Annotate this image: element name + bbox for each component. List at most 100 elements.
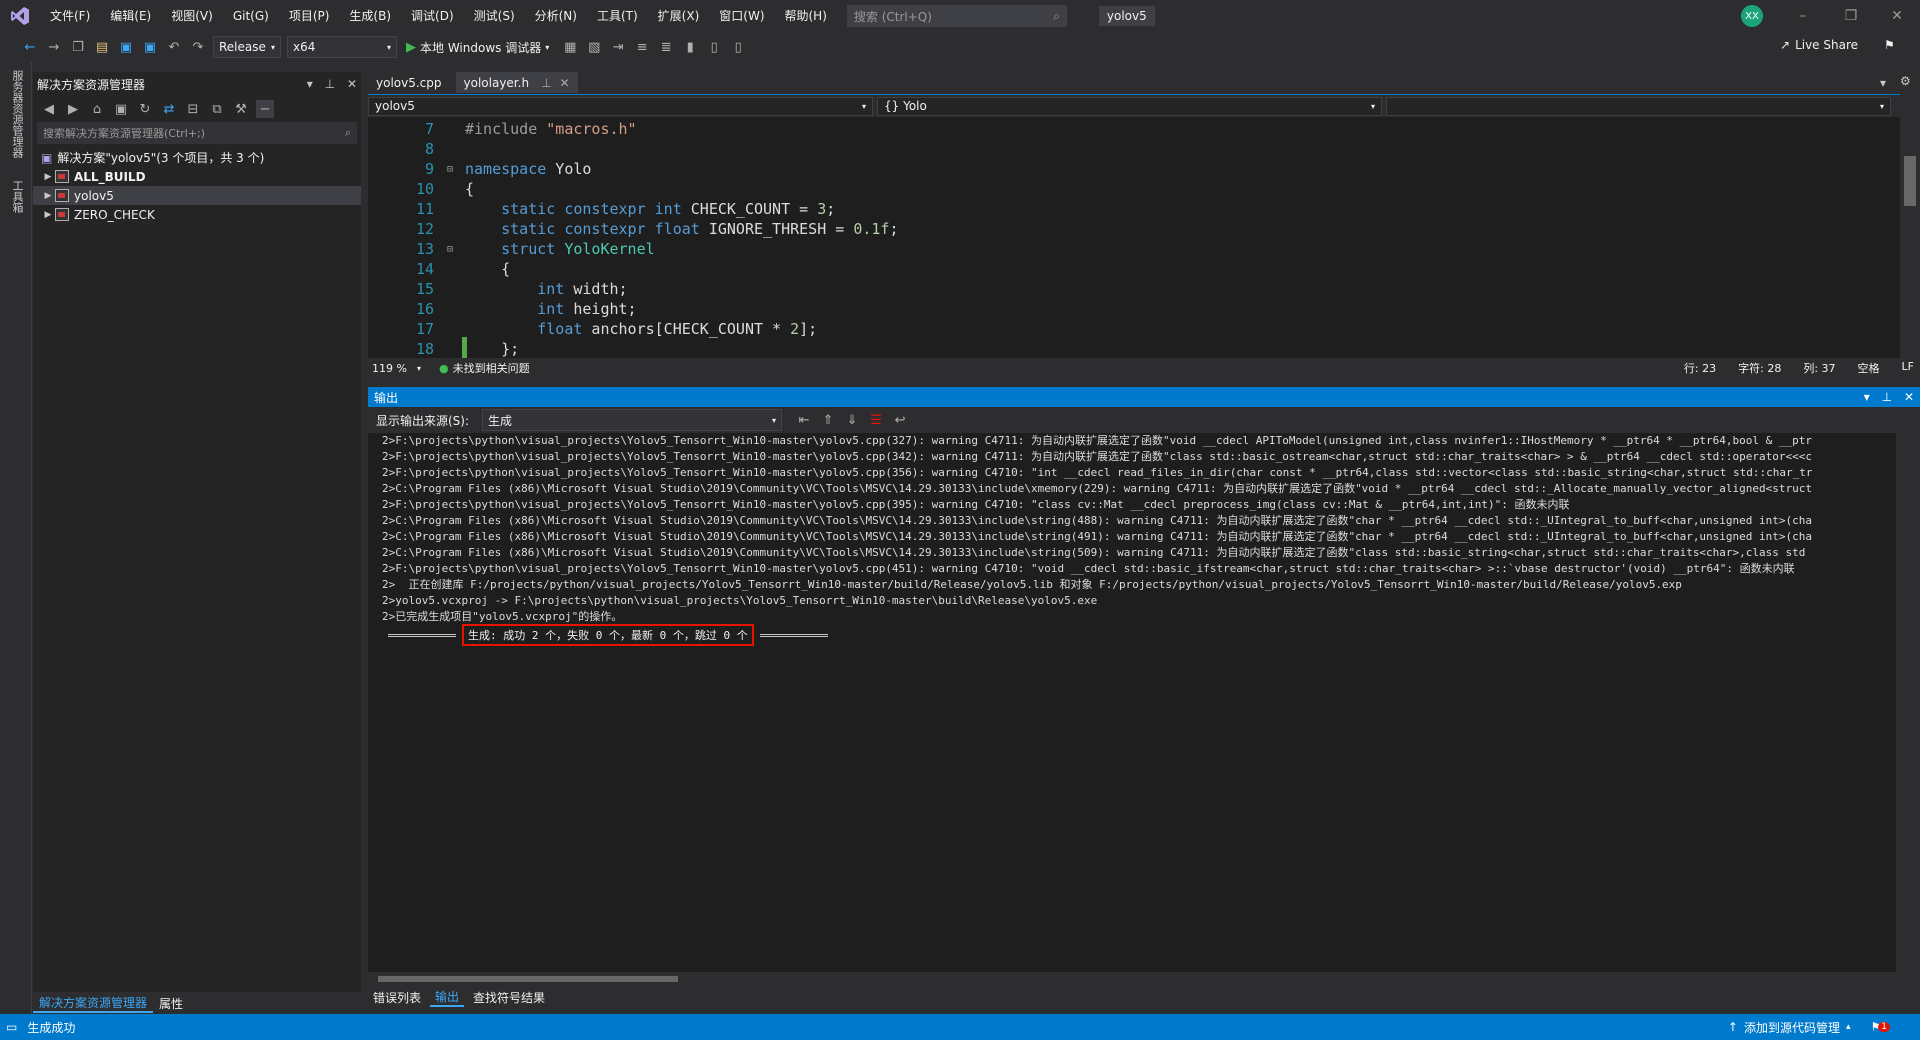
search-box[interactable]: 搜索 (Ctrl+Q) ⌕: [846, 5, 1067, 27]
configuration-dropdown[interactable]: Release ▾: [213, 36, 281, 58]
tab-yolov5-cpp[interactable]: yolov5.cpp: [368, 72, 450, 93]
back-icon[interactable]: ◀: [40, 100, 58, 118]
redo-icon[interactable]: ↷: [189, 38, 207, 56]
tab-overflow-icon[interactable]: ▾: [1880, 76, 1886, 90]
expand-arrow-icon[interactable]: ▶: [41, 210, 55, 220]
indent-icon[interactable]: ≡: [633, 38, 651, 56]
menu-item[interactable]: 文件(F): [40, 0, 100, 32]
menu-item[interactable]: 窗口(W): [709, 0, 774, 32]
open-folder-icon[interactable]: ▤: [93, 38, 111, 56]
restore-icon[interactable]: ❐: [1828, 0, 1874, 32]
settings-icon[interactable]: ⚙: [1900, 74, 1911, 88]
back-icon[interactable]: ←: [21, 38, 39, 56]
bookmark-icon[interactable]: ▮: [681, 38, 699, 56]
editor-scrollbar[interactable]: [1900, 94, 1920, 358]
browse-icon[interactable]: ▧: [585, 38, 603, 56]
preview-icon[interactable]: −: [256, 100, 274, 118]
project-item[interactable]: ▶ yolov5: [33, 186, 361, 205]
zoom-level[interactable]: 119 %: [368, 362, 407, 375]
explorer-search-input[interactable]: 搜索解决方案资源管理器(Ctrl+;) ⌕: [37, 122, 357, 144]
menu-item[interactable]: 视图(V): [161, 0, 223, 32]
visual-studio-logo[interactable]: [0, 0, 40, 32]
menu-item[interactable]: 生成(B): [339, 0, 401, 32]
menu-item[interactable]: 帮助(H): [775, 0, 837, 32]
tab-find-symbol-results[interactable]: 查找符号结果: [468, 989, 550, 1006]
user-avatar[interactable]: XX: [1741, 5, 1763, 27]
undo-icon[interactable]: ↶: [165, 38, 183, 56]
collapse-icon[interactable]: ⊟: [447, 244, 461, 255]
server-explorer-tab[interactable]: 服务器资源管理器: [9, 70, 25, 158]
save-icon[interactable]: ▣: [117, 38, 135, 56]
next-bookmark-icon[interactable]: ▯: [729, 38, 747, 56]
expand-arrow-icon[interactable]: ▶: [41, 191, 55, 201]
go-to-line-icon[interactable]: ⇤: [795, 411, 813, 429]
menu-item[interactable]: 工具(T): [587, 0, 648, 32]
live-share-button[interactable]: ↗ Live Share ⚑: [1780, 38, 1895, 52]
menu-item[interactable]: 扩展(X): [648, 0, 710, 32]
step-icon[interactable]: ⇥: [609, 38, 627, 56]
tab-properties[interactable]: 属性: [153, 995, 189, 1012]
line-ending[interactable]: LF: [1902, 360, 1914, 376]
tab-yololayer-h[interactable]: yololayer.h ⊥ ✕: [455, 72, 578, 93]
issues-text[interactable]: 未找到相关问题: [453, 360, 530, 376]
minimize-icon[interactable]: –: [1780, 0, 1826, 32]
project-item[interactable]: ▶ ZERO_CHECK: [33, 205, 361, 224]
expand-arrow-icon[interactable]: ▶: [41, 172, 55, 182]
forward-icon[interactable]: →: [45, 38, 63, 56]
word-wrap-icon[interactable]: ↩: [891, 411, 909, 429]
switch-views-icon[interactable]: ▣: [112, 100, 130, 118]
tab-error-list[interactable]: 错误列表: [368, 989, 426, 1006]
menu-item[interactable]: 项目(P): [279, 0, 340, 32]
whitespace-mode[interactable]: 空格: [1858, 360, 1880, 376]
output-horizontal-scrollbar[interactable]: [368, 972, 1900, 986]
output-vertical-scrollbar[interactable]: [1896, 433, 1920, 986]
new-item-icon[interactable]: ❐: [69, 38, 87, 56]
dropdown-icon[interactable]: ▾: [307, 77, 313, 91]
close-icon[interactable]: ✕: [1904, 390, 1914, 404]
pin-icon[interactable]: ⊥: [541, 76, 551, 90]
forward-icon[interactable]: ▶: [64, 100, 82, 118]
start-debugging-button[interactable]: ▶ 本地 Windows 调试器 ▾: [406, 39, 549, 56]
project-item[interactable]: ▶ ALL_BUILD: [33, 167, 361, 186]
code-editor[interactable]: 7 #include "macros.h" 8 9 ⊟ namespace Yolo 10 {…: [368, 117, 1900, 358]
sync-icon[interactable]: ⇄: [160, 100, 178, 118]
attach-icon[interactable]: ▦: [561, 38, 579, 56]
menu-item[interactable]: 分析(N): [525, 0, 587, 32]
output-source-dropdown[interactable]: 生成 ▾: [482, 409, 783, 431]
scrollbar-thumb[interactable]: [378, 976, 678, 982]
save-all-icon[interactable]: ▣: [141, 38, 159, 56]
properties-icon[interactable]: ⚒: [232, 100, 250, 118]
pin-icon[interactable]: ⊥: [325, 77, 335, 91]
tab-solution-explorer[interactable]: 解决方案资源管理器: [33, 994, 154, 1013]
menu-item[interactable]: Git(G): [223, 0, 279, 32]
close-icon[interactable]: ✕: [1874, 0, 1920, 32]
solution-root[interactable]: ▣ 解决方案"yolov5"(3 个项目，共 3 个): [33, 148, 361, 167]
project-dropdown[interactable]: yolov5 ▾: [368, 96, 873, 116]
scrollbar-thumb[interactable]: [1904, 156, 1916, 206]
clear-all-icon[interactable]: ☰: [867, 411, 885, 429]
scope-dropdown[interactable]: {} Yolo ▾: [877, 96, 1382, 116]
close-icon[interactable]: ✕: [347, 77, 357, 91]
menu-item[interactable]: 编辑(E): [100, 0, 161, 32]
pin-icon[interactable]: ⊥: [1882, 390, 1892, 404]
previous-message-icon[interactable]: ⇑: [819, 411, 837, 429]
dropdown-icon[interactable]: ▾: [1864, 390, 1870, 404]
history-icon[interactable]: ↻: [136, 100, 154, 118]
menu-item[interactable]: 测试(S): [464, 0, 525, 32]
toolbox-tab[interactable]: 工具箱: [9, 180, 25, 213]
home-icon[interactable]: ⌂: [88, 100, 106, 118]
prev-bookmark-icon[interactable]: ▯: [705, 38, 723, 56]
menu-item[interactable]: 调试(D): [401, 0, 464, 32]
source-control-button[interactable]: 添加到源代码管理: [1744, 1019, 1840, 1036]
show-all-icon[interactable]: ⧉: [208, 100, 226, 118]
feedback-icon[interactable]: ⚑: [1884, 38, 1895, 52]
close-icon[interactable]: ✕: [560, 76, 570, 90]
tab-output[interactable]: 输出: [430, 988, 465, 1007]
member-dropdown[interactable]: ▾: [1386, 96, 1891, 116]
output-text[interactable]: 2>F:\projects\python\visual_projects\Yol…: [368, 433, 1896, 972]
platform-dropdown[interactable]: x64 ▾: [287, 36, 397, 58]
comment-icon[interactable]: ≣: [657, 38, 675, 56]
collapse-icon[interactable]: ⊟: [447, 164, 461, 175]
chevron-down-icon[interactable]: ▾: [417, 364, 421, 373]
collapse-icon[interactable]: ⊟: [184, 100, 202, 118]
